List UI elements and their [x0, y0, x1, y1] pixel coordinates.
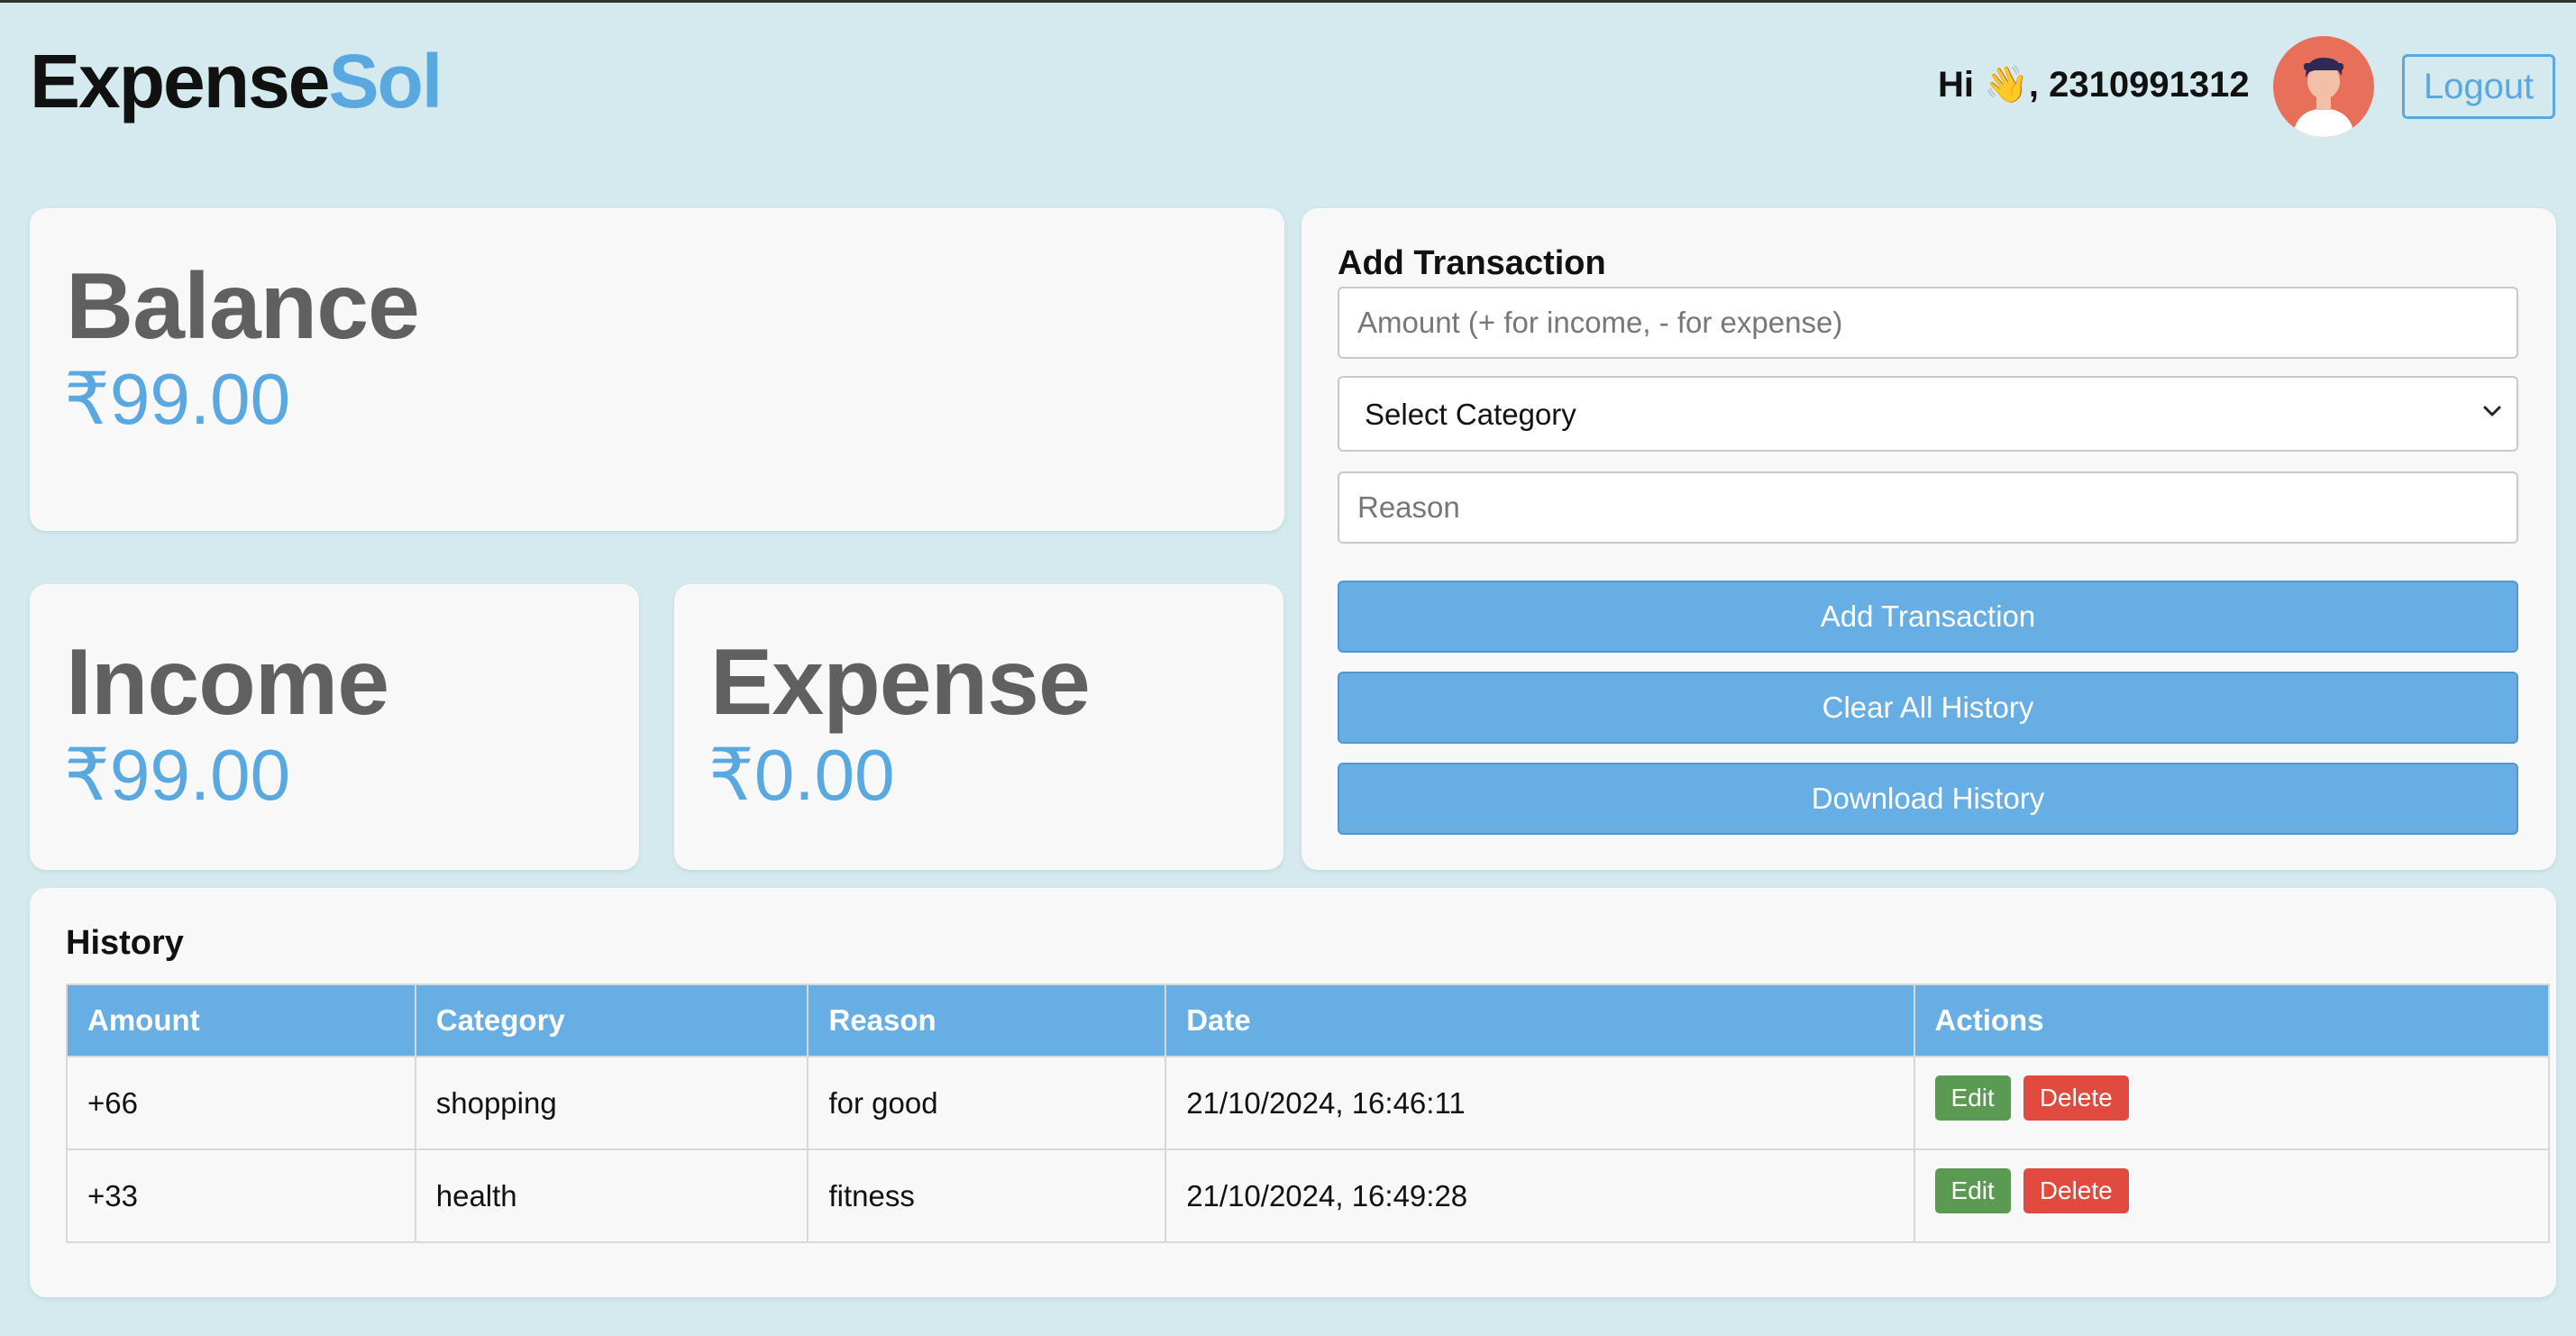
- cell-date: 21/10/2024, 16:49:28: [1165, 1148, 1915, 1243]
- edit-button[interactable]: Edit: [1934, 1167, 2011, 1213]
- history-title: History: [66, 924, 184, 962]
- income-label: Income: [66, 630, 389, 735]
- column-header-amount: Amount: [66, 984, 416, 1057]
- income-value: ₹99.00: [64, 735, 291, 815]
- edit-button[interactable]: Edit: [1934, 1075, 2011, 1121]
- balance-value: ₹99.00: [64, 359, 291, 439]
- column-header-reason: Reason: [807, 984, 1167, 1057]
- add-transaction-title: Add Transaction: [1338, 244, 1606, 282]
- amount-input[interactable]: [1338, 287, 2518, 359]
- column-header-date: Date: [1165, 984, 1915, 1057]
- expense-card: Expense ₹0.00: [674, 584, 1283, 870]
- avatar-person-icon: [2293, 58, 2354, 137]
- reason-input[interactable]: [1338, 471, 2518, 544]
- category-select-value: Select Category: [1365, 398, 1576, 431]
- expense-value: ₹0.00: [708, 735, 895, 815]
- table-header-row: Amount Category Reason Date Actions: [66, 984, 2551, 1057]
- user-greeting: Hi 👋, 2310991312: [1938, 65, 2250, 105]
- cell-category: shopping: [414, 1056, 809, 1150]
- chevron-down-icon: [2483, 406, 2501, 416]
- balance-label: Balance: [66, 254, 420, 359]
- cell-date: 21/10/2024, 16:46:11: [1165, 1056, 1915, 1150]
- category-select[interactable]: Select Category: [1338, 376, 2518, 452]
- column-header-actions: Actions: [1913, 984, 2551, 1057]
- cell-actions: Edit Delete: [1913, 1148, 2551, 1243]
- cell-amount: +66: [66, 1056, 416, 1150]
- income-card: Income ₹99.00: [30, 584, 639, 870]
- cell-actions: Edit Delete: [1913, 1056, 2551, 1150]
- cell-amount: +33: [66, 1148, 416, 1243]
- history-table: Amount Category Reason Date Actions +66 …: [66, 984, 2551, 1243]
- avatar: [2273, 36, 2374, 137]
- delete-button[interactable]: Delete: [2023, 1075, 2129, 1121]
- header: ExpenseSol Hi 👋, 2310991312 Logout: [0, 0, 2576, 171]
- expense-label: Expense: [710, 630, 1091, 735]
- logo-primary: Expense: [30, 39, 331, 124]
- clear-history-button[interactable]: Clear All History: [1338, 672, 2518, 744]
- add-transaction-card: Add Transaction Select Category Add Tran…: [1302, 208, 2556, 870]
- balance-card: Balance ₹99.00: [30, 208, 1284, 531]
- logo-accent: Sol: [328, 39, 443, 124]
- logout-button[interactable]: Logout: [2402, 54, 2555, 119]
- cell-category: health: [414, 1148, 809, 1243]
- add-transaction-button[interactable]: Add Transaction: [1338, 581, 2518, 653]
- cell-reason: fitness: [807, 1148, 1167, 1243]
- table-row: +33 health fitness 21/10/2024, 16:49:28 …: [66, 1148, 2551, 1243]
- delete-button[interactable]: Delete: [2023, 1167, 2129, 1213]
- column-header-category: Category: [414, 984, 809, 1057]
- history-card: History Amount Category Reason Date Acti…: [30, 888, 2556, 1297]
- table-row: +66 shopping for good 21/10/2024, 16:46:…: [66, 1056, 2551, 1150]
- app-logo: ExpenseSol: [30, 38, 443, 125]
- download-history-button[interactable]: Download History: [1338, 763, 2518, 835]
- cell-reason: for good: [807, 1056, 1167, 1150]
